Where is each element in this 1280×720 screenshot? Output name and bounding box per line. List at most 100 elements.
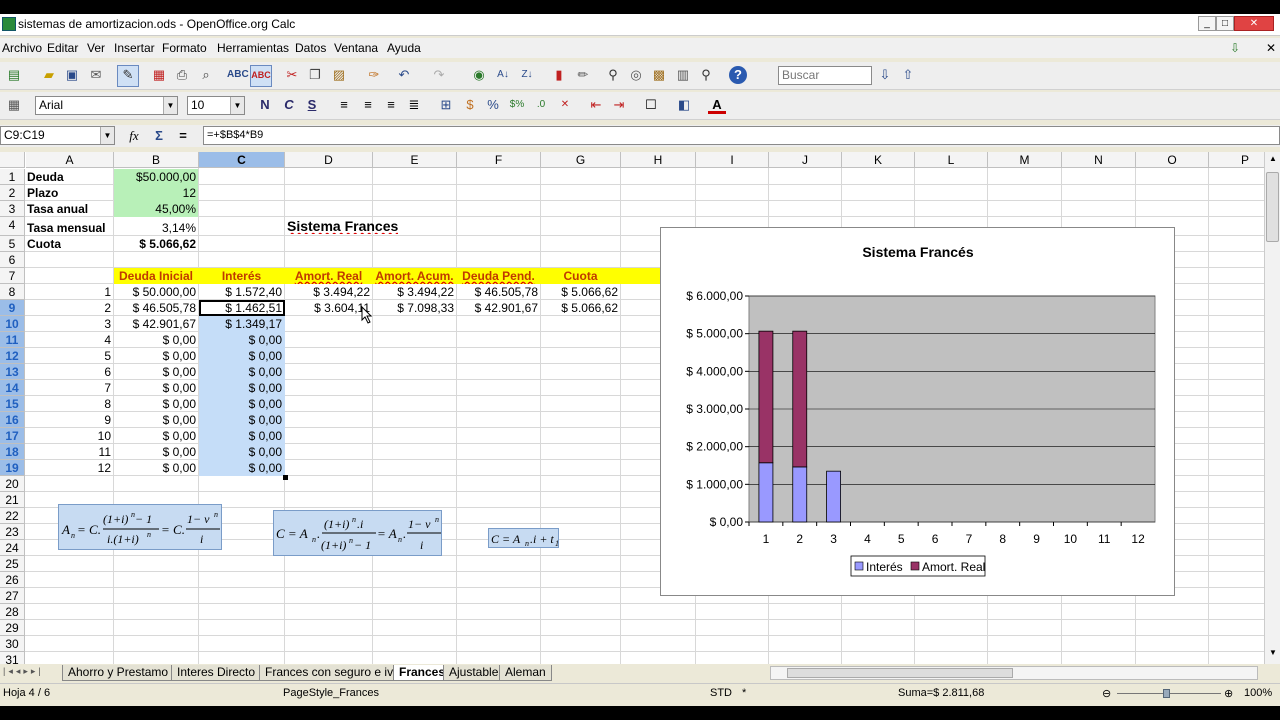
close-doc-icon[interactable]: ✕ [1266, 41, 1276, 55]
cell-b11[interactable]: $ 0,00 [114, 332, 198, 348]
cell-a10[interactable]: 3 [26, 316, 113, 332]
menu-ayuda[interactable]: Ayuda [387, 41, 421, 55]
font-name-select[interactable]: Arial ▼ [35, 96, 178, 115]
horizontal-scrollbar[interactable] [770, 666, 1258, 680]
find-previous-icon[interactable]: ⇧ [899, 66, 917, 84]
align-center-icon[interactable]: ≡ [359, 96, 377, 114]
cell-f9[interactable]: $ 42.901,67 [457, 300, 540, 316]
sort-ascending-icon[interactable]: A↓ [494, 66, 512, 84]
decrease-indent-icon[interactable]: ⇤ [587, 96, 605, 114]
autospellcheck-icon[interactable]: ABC [250, 65, 272, 87]
row-header-12[interactable]: 12 [0, 348, 25, 364]
tab-frances-con-seguro[interactable]: Frances con seguro e iva [259, 665, 406, 681]
find-replace-icon[interactable]: ⚲ [604, 66, 622, 84]
column-header-f[interactable]: F [457, 152, 541, 168]
cell-a2[interactable]: Plazo [27, 185, 58, 201]
cell-e9[interactable]: $ 7.098,33 [373, 300, 456, 316]
close-icon[interactable]: ✕ [1234, 16, 1274, 31]
paste-icon[interactable]: ▨ [330, 66, 348, 84]
cell-a17[interactable]: 10 [26, 428, 113, 444]
menu-archivo[interactable]: Archivo [2, 41, 42, 55]
column-header-m[interactable]: M [988, 152, 1062, 168]
cell-a4[interactable]: Tasa mensual [27, 220, 105, 236]
cell-b2[interactable]: 12 [114, 185, 198, 201]
data-sources-icon[interactable]: ▥ [674, 66, 692, 84]
cell-a8[interactable]: 1 [26, 284, 113, 300]
scroll-thumb[interactable] [1266, 172, 1279, 242]
cell-a19[interactable]: 12 [26, 460, 113, 476]
cell-b15[interactable]: $ 0,00 [114, 396, 198, 412]
zoom-out-icon[interactable]: ⊖ [1102, 687, 1111, 700]
cell-c7[interactable]: Interés [199, 268, 284, 284]
menu-ventana[interactable]: Ventana [334, 41, 378, 55]
row-header-24[interactable]: 24 [0, 540, 25, 556]
row-header-9[interactable]: 9 [0, 300, 25, 316]
tab-interes-directo[interactable]: Interes Directo [171, 665, 262, 681]
row-header-18[interactable]: 18 [0, 444, 25, 460]
borders-icon[interactable]: ☐ [642, 96, 660, 114]
select-all-corner[interactable] [0, 152, 25, 168]
clone-format-icon[interactable]: ✑ [365, 66, 383, 84]
function-wizard-icon[interactable]: fx [125, 127, 143, 145]
new-icon[interactable]: ▤ [5, 66, 23, 84]
cell-a18[interactable]: 11 [26, 444, 113, 460]
row-header-27[interactable]: 27 [0, 588, 25, 604]
column-header-c[interactable]: C [199, 152, 285, 168]
row-header-29[interactable]: 29 [0, 620, 25, 636]
zoom-in-icon[interactable]: ⊕ [1224, 687, 1233, 700]
cell-f8[interactable]: $ 46.505,78 [457, 284, 540, 300]
undo-icon[interactable]: ↶ [395, 66, 413, 84]
row-header-4[interactable]: 4 [0, 217, 25, 236]
formula-object-2[interactable]: C = A n . (1+i) n .i (1+i) n − 1 = A n .… [273, 510, 442, 556]
scroll-down-icon[interactable]: ▼ [1267, 648, 1279, 660]
status-mode[interactable]: STD [710, 687, 732, 699]
menu-ver[interactable]: Ver [87, 41, 105, 55]
cell-b14[interactable]: $ 0,00 [114, 380, 198, 396]
email-icon[interactable]: ✉ [87, 66, 105, 84]
standard-format-icon[interactable]: $% [508, 96, 526, 114]
minimize-icon[interactable]: _ [1198, 16, 1216, 31]
cell-e7[interactable]: Amort. Acum. [373, 268, 456, 284]
column-header-a[interactable]: A [26, 152, 114, 168]
font-color-icon[interactable]: A [708, 96, 726, 114]
cell-c8[interactable]: $ 1.572,40 [199, 284, 284, 300]
find-next-icon[interactable]: ⇩ [876, 66, 894, 84]
vertical-scrollbar[interactable]: ▲ ▼ [1264, 152, 1280, 664]
currency-format-icon[interactable]: $ [461, 96, 479, 114]
row-header-16[interactable]: 16 [0, 412, 25, 428]
cell-c10[interactable]: $ 1.349,17 [199, 316, 284, 332]
row-header-6[interactable]: 6 [0, 252, 25, 268]
column-header-g[interactable]: G [541, 152, 621, 168]
column-header-k[interactable]: K [842, 152, 915, 168]
italic-icon[interactable]: C [280, 96, 298, 114]
cell-b19[interactable]: $ 0,00 [114, 460, 198, 476]
hscroll-thumb[interactable] [787, 668, 1013, 678]
cell-b12[interactable]: $ 0,00 [114, 348, 198, 364]
hyperlink-icon[interactable]: ◉ [470, 66, 488, 84]
cell-c12[interactable]: $ 0,00 [199, 348, 284, 364]
menu-editar[interactable]: Editar [47, 41, 78, 55]
cell-c17[interactable]: $ 0,00 [199, 428, 284, 444]
cell-d7[interactable]: Amort. Real [285, 268, 372, 284]
column-header-d[interactable]: D [285, 152, 373, 168]
column-header-b[interactable]: B [114, 152, 199, 168]
underline-icon[interactable]: S [303, 96, 321, 114]
cell-b8[interactable]: $ 50.000,00 [114, 284, 198, 300]
tab-nav-icons[interactable]: |◂◂▸▸| [3, 666, 44, 677]
cell-b13[interactable]: $ 0,00 [114, 364, 198, 380]
column-header-l[interactable]: L [915, 152, 988, 168]
row-header-28[interactable]: 28 [0, 604, 25, 620]
row-header-30[interactable]: 30 [0, 636, 25, 652]
chart-object[interactable]: Sistema Francés $ 0,00 $ 1.000,00 $ 2.000,… [660, 227, 1175, 596]
cell-b10[interactable]: $ 42.901,67 [114, 316, 198, 332]
row-header-13[interactable]: 13 [0, 364, 25, 380]
column-header-n[interactable]: N [1062, 152, 1136, 168]
cell-e8[interactable]: $ 3.494,22 [373, 284, 456, 300]
cell-b5[interactable]: $ 5.066,62 [114, 236, 198, 252]
open-icon[interactable]: ▰ [40, 66, 58, 84]
add-decimal-icon[interactable]: .0 [532, 96, 550, 114]
formula-object-3[interactable]: C = A n .i + t 1 [488, 528, 559, 548]
chevron-down-icon[interactable]: ▼ [230, 97, 244, 114]
merge-cells-icon[interactable]: ⊞ [437, 96, 455, 114]
row-header-5[interactable]: 5 [0, 236, 25, 252]
